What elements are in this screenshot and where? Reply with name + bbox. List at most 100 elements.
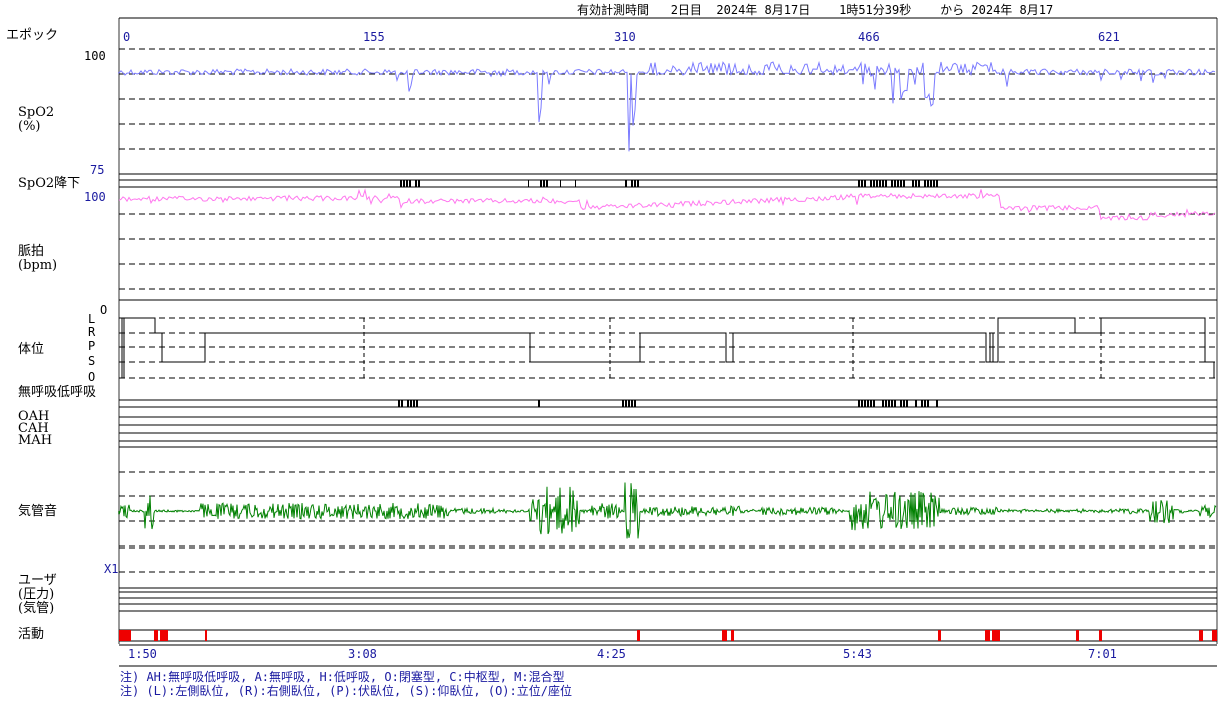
- epoch-tick-label: 621: [1098, 30, 1120, 44]
- apnea-event-mark: [891, 400, 893, 407]
- apnea-event-mark: [398, 400, 400, 407]
- spo2-drop-mark: [918, 180, 920, 187]
- position-trace: [119, 317, 1215, 379]
- epoch-tick-label: 466: [858, 30, 880, 44]
- apnea-event-mark: [625, 400, 627, 407]
- spo2-drop-mark: [894, 180, 896, 187]
- activity-mark: [938, 630, 941, 641]
- spo2-drop-mark: [861, 180, 863, 187]
- position-level-p: P: [88, 339, 96, 353]
- spo2-drop-mark: [528, 180, 529, 187]
- apnea-event-mark: [936, 400, 938, 407]
- spo2-drop-mark: [546, 180, 548, 187]
- epoch-label: エポック: [6, 28, 59, 43]
- apnea-event-mark: [924, 400, 926, 407]
- activity-mark: [160, 630, 168, 641]
- recording-chart: 0 155 310 466 621 1:50 3:08 4:25 5:43 7:01: [118, 17, 1218, 667]
- apnea-event-mark: [867, 400, 869, 407]
- apnea-event-mark: [628, 400, 630, 407]
- spo2-drop-mark: [927, 180, 929, 187]
- time-tick-label: 5:43: [843, 647, 872, 661]
- spo2-drop-mark: [936, 180, 938, 187]
- user-sub-pressure: (圧力): [18, 587, 55, 602]
- activity-mark: [985, 630, 990, 641]
- apnea-event-mark: [894, 400, 896, 407]
- epoch-tick-label: 310: [614, 30, 636, 44]
- apnea-event-mark: [416, 400, 418, 407]
- position-level-o: O: [88, 370, 96, 384]
- apnea-event-mark: [410, 400, 412, 407]
- apnea-event-mark: [903, 400, 905, 407]
- spo2-drop-mark: [560, 180, 561, 187]
- spo2-drop-mark: [930, 180, 932, 187]
- spo2-drop-mark: [631, 180, 633, 187]
- apnea-event-mark: [873, 400, 875, 407]
- apnea-event-mark: [622, 400, 624, 407]
- time-tick-label: 3:08: [348, 647, 377, 661]
- spo2-drop-mark: [400, 180, 402, 187]
- spo2-unit: (%): [18, 119, 41, 134]
- activity-label: 活動: [18, 627, 45, 642]
- apnea-event-mark: [538, 400, 540, 407]
- apnea-event-mark: [906, 400, 908, 407]
- spo2-drop-mark: [403, 180, 405, 187]
- activity-mark: [1076, 630, 1079, 641]
- spo2-drop-mark: [900, 180, 902, 187]
- trachea-label: 気管音: [18, 504, 58, 519]
- spo2-drop-mark: [625, 180, 627, 187]
- epoch-tick-label: 155: [363, 30, 385, 44]
- notes: 注) AH:無呼吸低呼吸, A:無呼吸, H:低呼吸, O:閉塞型, C:中枢型…: [120, 670, 572, 698]
- spo2-label: SpO2: [18, 105, 55, 120]
- spo2-drop-mark: [870, 180, 872, 187]
- apnea-event-mark: [885, 400, 887, 407]
- spo2-drop-mark: [415, 180, 417, 187]
- user-sub-trachea: (気管): [18, 601, 55, 616]
- apnea-event-mark: [870, 400, 872, 407]
- apnea-row-mah: MAH: [18, 433, 53, 448]
- spo2-drop-mark: [858, 180, 860, 187]
- spo2-drop-label: SpO2降下: [18, 176, 81, 191]
- position-label: 体位: [18, 342, 45, 357]
- spo2-drop-mark: [418, 180, 420, 187]
- pulse-top-value: 100: [84, 190, 106, 204]
- apnea-event-mark: [888, 400, 890, 407]
- time-tick-label: 7:01: [1088, 647, 1117, 661]
- activity-mark: [154, 630, 158, 641]
- spo2-drop-mark: [540, 180, 542, 187]
- apnea-event-mark: [927, 400, 929, 407]
- user-label: ユーザ: [18, 573, 57, 588]
- apnea-event-mark: [921, 400, 923, 407]
- spo2-drop-mark: [879, 180, 881, 187]
- time-tick-label: 4:25: [597, 647, 626, 661]
- spo2-drop-mark: [864, 180, 866, 187]
- epoch-tick-label: 0: [123, 30, 130, 44]
- spo2-drop-mark: [885, 180, 887, 187]
- apnea-event-mark: [864, 400, 866, 407]
- spo2-drop-mark: [406, 180, 408, 187]
- activity-mark: [1212, 630, 1217, 641]
- spo2-drop-mark: [882, 180, 884, 187]
- time-tick-label: 1:50: [128, 647, 157, 661]
- spo2-drop-mark: [933, 180, 935, 187]
- activity-mark: [722, 630, 727, 641]
- apnea-event-mark: [858, 400, 860, 407]
- sleep-report-chart-page: 有効計測時間 2日目 2024年 8月17日 1時51分39秒 から 2024年…: [0, 0, 1222, 718]
- spo2-drop-mark: [903, 180, 905, 187]
- activity-mark: [205, 630, 207, 641]
- pulse-unit: (bpm): [18, 258, 58, 273]
- spo2-top-value: 100: [84, 49, 106, 63]
- pulse-trace: [118, 188, 1216, 221]
- spo2-drop-mark: [634, 180, 636, 187]
- activity-mark: [1099, 630, 1102, 641]
- spo2-drop-mark: [876, 180, 878, 187]
- apnea-event-mark: [413, 400, 415, 407]
- apnea-label: 無呼吸低呼吸: [18, 385, 97, 400]
- activity-mark: [731, 630, 734, 641]
- spo2-drop-mark: [873, 180, 875, 187]
- note-line: 注) (L):左側臥位, (R):右側臥位, (P):伏臥位, (S):仰臥位,…: [120, 684, 572, 698]
- user-scale: X1: [104, 562, 119, 576]
- spo2-drop-mark: [924, 180, 926, 187]
- trachea-trace: [118, 482, 1217, 539]
- spo2-drop-mark: [637, 180, 639, 187]
- spo2-drop-mark: [543, 180, 545, 187]
